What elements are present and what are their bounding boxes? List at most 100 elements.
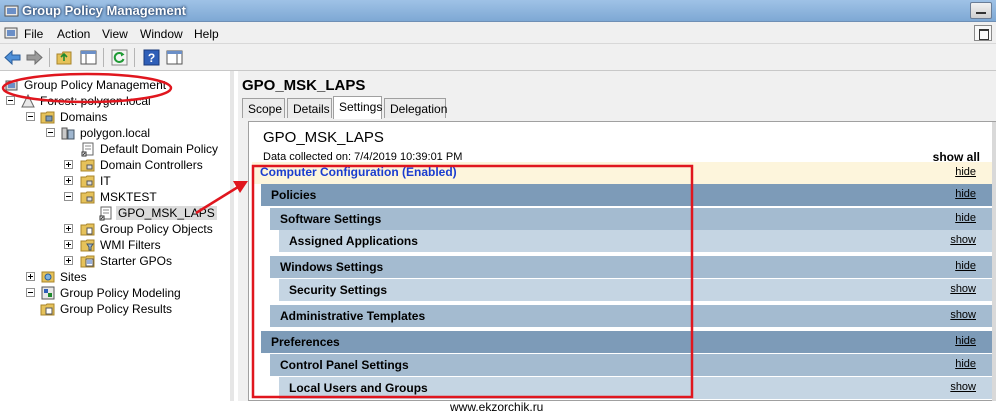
section-label: Software Settings <box>280 212 382 226</box>
section-label: Windows Settings <box>280 260 384 274</box>
tree-item-label: WMI Filters <box>100 238 161 252</box>
report-title: GPO_MSK_LAPS <box>263 129 384 146</box>
minimize-button[interactable] <box>970 2 992 19</box>
results-icon <box>40 303 55 316</box>
expand-toggle[interactable] <box>64 160 73 169</box>
details-pane: GPO_MSK_LAPS Scope Details Settings Dele… <box>238 71 996 401</box>
gpo-link-icon <box>99 206 112 221</box>
tree-item-label: Group Policy Results <box>60 302 173 316</box>
vertical-scrollbar[interactable] <box>992 122 996 401</box>
section-software-settings[interactable]: Software Settings hide <box>270 208 992 230</box>
show-hide-action-pane-icon[interactable] <box>165 48 184 67</box>
expand-toggle[interactable] <box>64 256 73 265</box>
tab-details[interactable]: Details <box>287 98 332 118</box>
hide-link[interactable]: hide <box>955 358 976 370</box>
section-windows-settings[interactable]: Windows Settings hide <box>270 256 992 278</box>
hide-link[interactable]: hide <box>955 188 976 200</box>
menu-window[interactable]: Window <box>140 27 183 41</box>
tree-item-label: Domains <box>60 110 108 124</box>
tree-item-label: IT <box>100 174 111 188</box>
expand-toggle[interactable] <box>26 272 35 281</box>
show-hide-console-tree-icon[interactable] <box>79 48 98 67</box>
section-local-users-and-groups[interactable]: Local Users and Groups show <box>279 377 992 399</box>
tree-item-label: Sites <box>60 270 87 284</box>
tab-scope[interactable]: Scope <box>242 98 285 118</box>
show-link[interactable]: show <box>950 283 976 295</box>
section-label: Computer Configuration (Enabled) <box>260 165 457 179</box>
menu-bar: File Action View Window Help <box>0 22 996 44</box>
section-label: Local Users and Groups <box>289 381 428 395</box>
expand-toggle[interactable] <box>64 224 73 233</box>
forest-icon <box>21 93 35 108</box>
section-policies[interactable]: Policies hide <box>261 184 992 206</box>
menu-file[interactable]: File <box>24 27 43 41</box>
wmi-folder-icon <box>80 239 95 252</box>
ou-folder-icon <box>80 159 95 172</box>
hide-link[interactable]: hide <box>955 260 976 272</box>
watermark: www.ekzorchik.ru <box>450 400 544 414</box>
svg-text:?: ? <box>148 51 155 65</box>
section-assigned-applications[interactable]: Assigned Applications show <box>279 230 992 252</box>
domain-icon <box>61 127 75 140</box>
collapse-toggle[interactable] <box>64 192 73 201</box>
section-control-panel-settings[interactable]: Control Panel Settings hide <box>270 354 992 376</box>
back-arrow-icon[interactable] <box>3 48 22 67</box>
section-label: Administrative Templates <box>280 309 426 323</box>
hide-link[interactable]: hide <box>955 335 976 347</box>
tab-delegation[interactable]: Delegation <box>384 98 447 118</box>
expand-toggle[interactable] <box>64 240 73 249</box>
forward-arrow-icon[interactable] <box>25 48 44 67</box>
gpo-folder-icon <box>80 223 95 236</box>
section-preferences[interactable]: Preferences hide <box>261 331 992 353</box>
section-label: Policies <box>271 188 317 202</box>
help-icon[interactable]: ? <box>142 48 161 67</box>
gpm-app-icon <box>4 5 19 17</box>
refresh-icon[interactable] <box>110 48 129 67</box>
modeling-icon <box>41 286 55 300</box>
tree-item-label: MSKTEST <box>100 190 157 204</box>
show-link[interactable]: show <box>950 234 976 246</box>
tab-settings[interactable]: Settings <box>333 96 382 119</box>
up-folder-icon[interactable] <box>55 48 74 67</box>
menu-help[interactable]: Help <box>194 27 219 41</box>
hide-link[interactable]: hide <box>955 166 976 178</box>
show-link[interactable]: show <box>950 381 976 393</box>
tree-item-label: polygon.local <box>80 126 151 140</box>
toolbar: ? <box>0 44 996 71</box>
settings-report: GPO_MSK_LAPS Data collected on: 7/4/2019… <box>248 121 996 401</box>
gpm-console-icon <box>5 80 18 91</box>
hide-link[interactable]: hide <box>955 212 976 224</box>
menu-action[interactable]: Action <box>57 27 90 41</box>
section-administrative-templates[interactable]: Administrative Templates show <box>270 305 992 327</box>
section-computer-configuration[interactable]: Computer Configuration (Enabled) hide <box>252 162 992 184</box>
collapse-toggle[interactable] <box>26 112 35 121</box>
tree-item-label: Starter GPOs <box>100 254 173 268</box>
show-link[interactable]: show <box>950 309 976 321</box>
collapse-toggle[interactable] <box>46 128 55 137</box>
collapse-toggle[interactable] <box>6 96 15 105</box>
toolbar-separator <box>103 48 104 67</box>
title-bar: Group Policy Management <box>0 0 996 22</box>
section-security-settings[interactable]: Security Settings show <box>279 279 992 301</box>
collapse-toggle[interactable] <box>26 288 35 297</box>
tree-item-label: Domain Controllers <box>100 158 203 172</box>
mmc-menu-icon[interactable] <box>4 26 18 40</box>
ou-folder-icon <box>80 175 95 188</box>
window-title: Group Policy Management <box>22 3 186 18</box>
tree-item-label: Forest: polygon.local <box>40 94 151 108</box>
gpo-header: GPO_MSK_LAPS <box>242 77 366 94</box>
section-label: Assigned Applications <box>289 234 418 248</box>
section-label: Security Settings <box>289 283 388 297</box>
expand-toggle[interactable] <box>64 176 73 185</box>
starter-folder-icon <box>80 255 95 268</box>
tree-item-label: Default Domain Policy <box>100 142 219 156</box>
menu-view[interactable]: View <box>102 27 128 41</box>
domains-folder-icon <box>40 111 55 124</box>
tree-item-label: GPO_MSK_LAPS <box>116 206 217 220</box>
section-label: Preferences <box>271 335 340 349</box>
section-label: Control Panel Settings <box>280 358 409 372</box>
toolbar-separator <box>49 48 50 67</box>
tree-item-label: Group Policy Modeling <box>60 286 181 300</box>
toolbar-separator <box>134 48 135 67</box>
restore-child-window-button[interactable] <box>974 25 992 41</box>
